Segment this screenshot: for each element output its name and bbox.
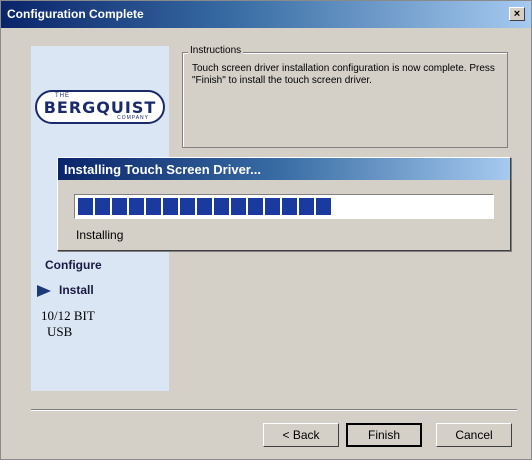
cancel-button[interactable]: Cancel [436, 423, 512, 447]
progress-dialog-title: Installing Touch Screen Driver... [64, 162, 261, 177]
current-step-arrow-icon [37, 285, 51, 297]
title-bar[interactable]: Configuration Complete × [1, 1, 531, 28]
configuration-dialog: Configuration Complete × THE BERGQUIST C… [0, 0, 532, 460]
window-title: Configuration Complete [7, 7, 144, 21]
progress-bar-fill [78, 198, 331, 215]
progress-bar [74, 194, 494, 219]
instructions-group: Instructions Touch screen driver install… [182, 45, 508, 148]
step-configure: Configure [45, 258, 102, 272]
close-button[interactable]: × [509, 7, 525, 21]
button-separator [31, 409, 517, 411]
instructions-text: Touch screen driver installation configu… [192, 63, 495, 86]
progress-dialog: Installing Touch Screen Driver... Instal… [57, 157, 511, 251]
progress-status: Installing [76, 228, 124, 242]
device-info: 10/12 BIT USB [41, 308, 95, 340]
progress-dialog-title-bar[interactable]: Installing Touch Screen Driver... [58, 158, 510, 180]
finish-button[interactable]: Finish [346, 423, 422, 447]
device-usb-label: USB [47, 324, 73, 339]
bergquist-logo: THE BERGQUIST COMPANY [35, 90, 165, 124]
step-install: Install [59, 283, 94, 297]
instructions-legend: Instructions [188, 45, 244, 56]
back-button[interactable]: < Back [263, 423, 339, 447]
logo-company: COMPANY [117, 115, 149, 121]
device-bit-label: 10/12 BIT [41, 308, 95, 323]
